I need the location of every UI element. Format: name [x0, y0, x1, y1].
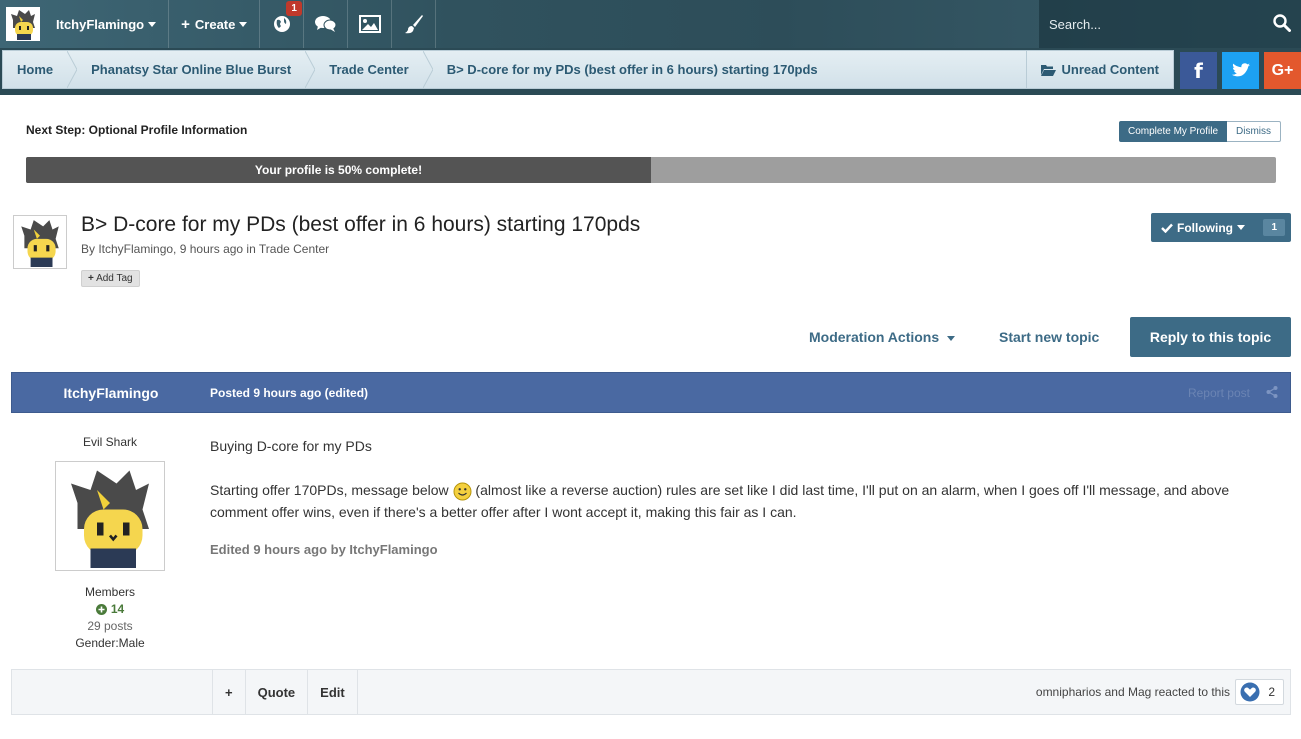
- breadcrumb-separator: [422, 51, 433, 88]
- add-tag-label: Add Tag: [96, 273, 133, 284]
- gallery-button[interactable]: [348, 0, 393, 48]
- reply-to-topic-button[interactable]: Reply to this topic: [1130, 317, 1291, 357]
- edit-button[interactable]: Edit: [307, 670, 358, 714]
- complete-profile-button[interactable]: Complete My Profile: [1119, 121, 1228, 142]
- topic-time: , 9 hours ago in: [173, 242, 259, 256]
- topic-meta: By ItchyFlamingo, 9 hours ago in Trade C…: [81, 242, 329, 256]
- avatar-image: [6, 7, 40, 41]
- search-icon[interactable]: [1273, 14, 1291, 32]
- multiquote-button[interactable]: +: [212, 670, 245, 714]
- unread-content-link[interactable]: Unread Content: [1025, 51, 1174, 88]
- create-label: Create: [194, 16, 236, 32]
- main-content: Next Step: Optional Profile Information …: [0, 95, 1301, 739]
- google-plus-share-button[interactable]: G+: [1264, 52, 1301, 89]
- user-avatar[interactable]: [0, 0, 46, 48]
- breadcrumb-separator: [305, 51, 316, 88]
- following-count: 1: [1263, 219, 1285, 236]
- checkmark-icon: [1161, 223, 1173, 233]
- facebook-share-button[interactable]: f: [1180, 52, 1217, 89]
- twitter-share-button[interactable]: [1222, 52, 1259, 89]
- profile-step-actions: Complete My Profile Dismiss: [1119, 121, 1282, 142]
- smiley-icon: [453, 482, 472, 501]
- breadcrumb-forum-category[interactable]: Phanatsy Star Online Blue Burst: [77, 51, 305, 88]
- twitter-icon: [1231, 63, 1250, 77]
- post-content: Buying D-core for my PDs Starting offer …: [210, 435, 1280, 561]
- topic-author-avatar[interactable]: [13, 215, 67, 269]
- post-footer-spacer: [12, 670, 212, 714]
- page-title: B> D-core for my PDs (best offer in 6 ho…: [81, 213, 641, 236]
- post-paragraph: Buying D-core for my PDs: [210, 438, 372, 454]
- breadcrumb-topic[interactable]: B> D-core for my PDs (best offer in 6 ho…: [433, 51, 832, 88]
- next-step-title: Next Step: Optional Profile Information: [26, 123, 248, 137]
- plus-icon: +: [88, 273, 94, 284]
- notification-count-badge: 1: [286, 1, 302, 16]
- post-date[interactable]: Posted 9 hours ago (edited): [210, 386, 368, 400]
- image-icon: [358, 15, 381, 33]
- plus-icon: +: [181, 15, 190, 33]
- add-tag-button[interactable]: + Add Tag: [81, 270, 140, 287]
- post-author-panel: Evil Shark Members 14 29 posts Gender:Ma…: [11, 413, 209, 650]
- breadcrumb: Home Phanatsy Star Online Blue Burst Tra…: [2, 50, 1174, 89]
- search-input[interactable]: [1049, 16, 1259, 32]
- reaction-count: 2: [1268, 685, 1275, 699]
- author-rank-title: Evil Shark: [82, 435, 138, 449]
- profile-progress-bar: Your profile is 50% complete!: [26, 157, 1276, 183]
- chevron-down-icon: [148, 21, 157, 27]
- reactions-summary[interactable]: omnipharios and Mag reacted to this: [1036, 685, 1230, 699]
- chevron-down-icon: [1237, 225, 1245, 230]
- chat-icon: [314, 16, 337, 32]
- topic-author-link[interactable]: ItchyFlamingo: [98, 242, 173, 256]
- following-label: Following: [1177, 220, 1233, 235]
- profile-progress-text: Your profile is 50% complete!: [254, 163, 423, 177]
- post-footer: + Quote Edit omnipharios and Mag reacted…: [11, 669, 1291, 715]
- globe-icon: [273, 16, 290, 32]
- google-plus-icon: G+: [1271, 61, 1294, 79]
- topic-forum-link[interactable]: Trade Center: [259, 242, 329, 256]
- post-author-link[interactable]: ItchyFlamingo: [12, 385, 210, 401]
- following-toggle[interactable]: Following: [1151, 213, 1253, 242]
- report-post-link[interactable]: Report post: [1188, 386, 1250, 400]
- profile-progress-fill: Your profile is 50% complete!: [26, 157, 651, 183]
- folder-open-icon: [1040, 64, 1056, 76]
- following-button[interactable]: Following 1: [1151, 213, 1291, 242]
- moderation-actions-menu[interactable]: Moderation Actions: [809, 329, 956, 345]
- post-author-photo[interactable]: [55, 461, 165, 571]
- avatar-image: [15, 217, 65, 267]
- top-navigation-bar: ItchyFlamingo + Create 1: [0, 0, 1301, 48]
- facebook-icon: f: [1194, 58, 1203, 83]
- avatar-image: [58, 464, 162, 568]
- quote-button[interactable]: Quote: [244, 670, 308, 714]
- edited-note: Edited 9 hours ago by ItchyFlamingo: [210, 542, 438, 557]
- username-label: ItchyFlamingo: [56, 16, 145, 32]
- notifications-button[interactable]: 1: [260, 0, 305, 48]
- share-icon[interactable]: [1266, 386, 1278, 398]
- post-text: Starting offer 170PDs, message below: [210, 482, 453, 498]
- brush-icon: [404, 15, 423, 34]
- post-paragraph: Starting offer 170PDs, message below (al…: [210, 479, 1280, 523]
- search-box: [1039, 0, 1301, 48]
- breadcrumb-home[interactable]: Home: [3, 51, 67, 88]
- user-menu[interactable]: ItchyFlamingo: [46, 0, 170, 48]
- author-gender: Gender:Male: [75, 636, 145, 650]
- heart-icon: [1240, 682, 1260, 702]
- start-new-topic-link[interactable]: Start new topic: [999, 329, 1099, 345]
- reputation-value: 14: [110, 602, 125, 616]
- breadcrumb-forum[interactable]: Trade Center: [315, 51, 422, 88]
- unread-content-label: Unread Content: [1061, 62, 1160, 77]
- messages-button[interactable]: [304, 0, 349, 48]
- theme-button[interactable]: [392, 0, 437, 48]
- breadcrumb-separator: [67, 51, 78, 88]
- chevron-down-icon: [239, 21, 248, 27]
- reputation-badge[interactable]: 14: [11, 602, 209, 616]
- post-header: ItchyFlamingo Posted 9 hours ago (edited…: [11, 372, 1291, 413]
- post-count: 29 posts: [87, 619, 133, 633]
- moderation-actions-label: Moderation Actions: [809, 329, 940, 345]
- dismiss-button[interactable]: Dismiss: [1227, 121, 1282, 142]
- author-group: Members: [84, 585, 135, 599]
- create-menu[interactable]: + Create: [169, 0, 261, 48]
- reaction-button[interactable]: 2: [1235, 679, 1284, 705]
- chevron-down-icon: [947, 335, 956, 341]
- plus-circle-icon: [95, 603, 107, 615]
- by-prefix: By: [81, 242, 99, 256]
